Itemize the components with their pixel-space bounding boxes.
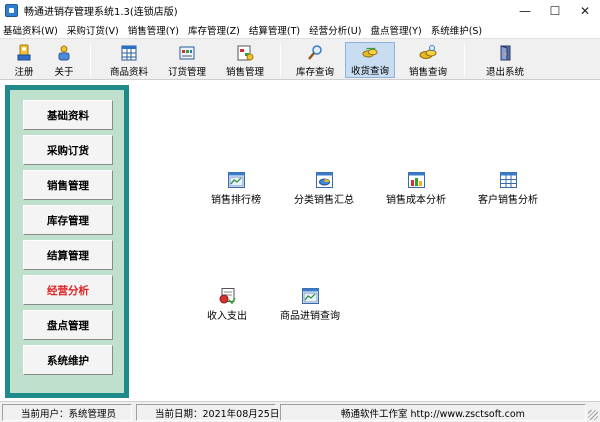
menu-settlement[interactable]: 结算管理(T) xyxy=(249,23,300,37)
menu-inventory[interactable]: 库存管理(Z) xyxy=(188,23,240,37)
menu-basic-data[interactable]: 基础资料(W) xyxy=(3,23,58,37)
main-panel: 销售排行榜 分类销售汇总 销售成本分析 客户销售分析 收入支出 商品进销查询 xyxy=(134,80,600,401)
toolbar-order-button[interactable]: 订货管理 xyxy=(162,42,212,78)
window-title: 畅通进销存管理系统1.3(连锁店版) xyxy=(24,7,178,18)
category-summary-icon xyxy=(315,172,333,188)
table-grid-icon xyxy=(499,172,517,188)
income-expense-icon xyxy=(219,288,236,304)
toolbar-product-button[interactable]: 商品资料 xyxy=(104,42,154,78)
about-icon xyxy=(58,45,70,61)
status-current-date: 当前日期：2021年08月25日 xyxy=(136,404,279,421)
stock-search-icon xyxy=(308,45,322,60)
function-sales-ranking[interactable]: 销售排行榜 xyxy=(194,172,278,206)
toolbar: 注册 关于 商品资料 订货管理 销售管理 库存查询 收货查询 销售查询 退出系统 xyxy=(0,38,600,80)
sales-query-icon xyxy=(419,45,437,59)
toolbar-about-button[interactable]: 关于 xyxy=(46,42,82,78)
toolbar-stock-search-button[interactable]: 库存查询 xyxy=(292,42,338,78)
toolbar-register-button[interactable]: 注册 xyxy=(6,42,42,78)
sidebar-item-sales[interactable]: 销售管理 xyxy=(23,170,113,200)
register-icon xyxy=(17,44,31,61)
chart-window-icon xyxy=(227,172,245,188)
menu-bar: 基础资料(W) 采购订货(V) 销售管理(Y) 库存管理(Z) 结算管理(T) … xyxy=(0,21,600,38)
sidebar-item-inventory[interactable]: 库存管理 xyxy=(23,205,113,235)
toolbar-separator xyxy=(90,44,91,76)
product-grid-icon xyxy=(121,45,137,61)
title-bar: 畅通进销存管理系统1.3(连锁店版) — ☐ ✕ xyxy=(0,0,600,21)
menu-stocktake[interactable]: 盘点管理(Y) xyxy=(370,23,421,37)
sidebar-item-basic-data[interactable]: 基础资料 xyxy=(23,100,113,130)
sidebar-item-stocktake[interactable]: 盘点管理 xyxy=(23,310,113,340)
toolbar-sales-query-button[interactable]: 销售查询 xyxy=(403,42,453,78)
sidebar-item-system[interactable]: 系统维护 xyxy=(23,345,113,375)
window-controls: — ☐ ✕ xyxy=(510,0,600,21)
toolbar-separator xyxy=(280,44,281,76)
status-current-user: 当前用户：系统管理员 xyxy=(2,404,132,421)
sidebar: 基础资料 采购订货 销售管理 库存管理 结算管理 经营分析 盘点管理 系统维护 xyxy=(5,85,129,398)
exit-door-icon xyxy=(500,45,511,61)
bar-chart-icon xyxy=(407,172,425,188)
close-button[interactable]: ✕ xyxy=(570,0,600,21)
chart-window-icon xyxy=(301,288,319,304)
function-sales-cost-analysis[interactable]: 销售成本分析 xyxy=(374,172,458,206)
toolbar-separator xyxy=(464,44,465,76)
toolbar-sales-button[interactable]: 销售管理 xyxy=(220,42,270,78)
function-category-summary[interactable]: 分类销售汇总 xyxy=(284,172,364,206)
function-income-expense[interactable]: 收入支出 xyxy=(192,288,262,322)
minimize-button[interactable]: — xyxy=(510,0,540,21)
resize-grip-icon[interactable] xyxy=(588,410,598,420)
order-icon xyxy=(179,46,195,60)
function-customer-sales-analysis[interactable]: 客户销售分析 xyxy=(466,172,550,206)
function-product-purchase-sales-query[interactable]: 商品进销查询 xyxy=(270,288,350,322)
sidebar-panel: 基础资料 采购订货 销售管理 库存管理 结算管理 经营分析 盘点管理 系统维护 xyxy=(10,90,124,393)
maximize-button[interactable]: ☐ xyxy=(540,0,570,21)
menu-purchase[interactable]: 采购订货(V) xyxy=(67,23,119,37)
menu-sales[interactable]: 销售管理(Y) xyxy=(128,23,179,37)
sidebar-item-analysis[interactable]: 经营分析 xyxy=(23,275,113,305)
status-company: 畅通软件工作室 http://www.zsctsoft.com xyxy=(280,404,586,421)
menu-system[interactable]: 系统维护(S) xyxy=(431,23,482,37)
menu-analysis[interactable]: 经营分析(U) xyxy=(309,23,361,37)
toolbar-receive-button[interactable]: 收货查询 xyxy=(345,42,395,78)
sidebar-item-purchase[interactable]: 采购订货 xyxy=(23,135,113,165)
status-bar: 当前用户：系统管理员 当前日期：2021年08月25日 畅通软件工作室 http… xyxy=(0,401,600,422)
sales-icon xyxy=(237,45,254,61)
app-icon xyxy=(5,4,18,17)
toolbar-exit-button[interactable]: 退出系统 xyxy=(480,42,530,78)
receive-icon xyxy=(362,47,378,58)
sidebar-item-settlement[interactable]: 结算管理 xyxy=(23,240,113,270)
